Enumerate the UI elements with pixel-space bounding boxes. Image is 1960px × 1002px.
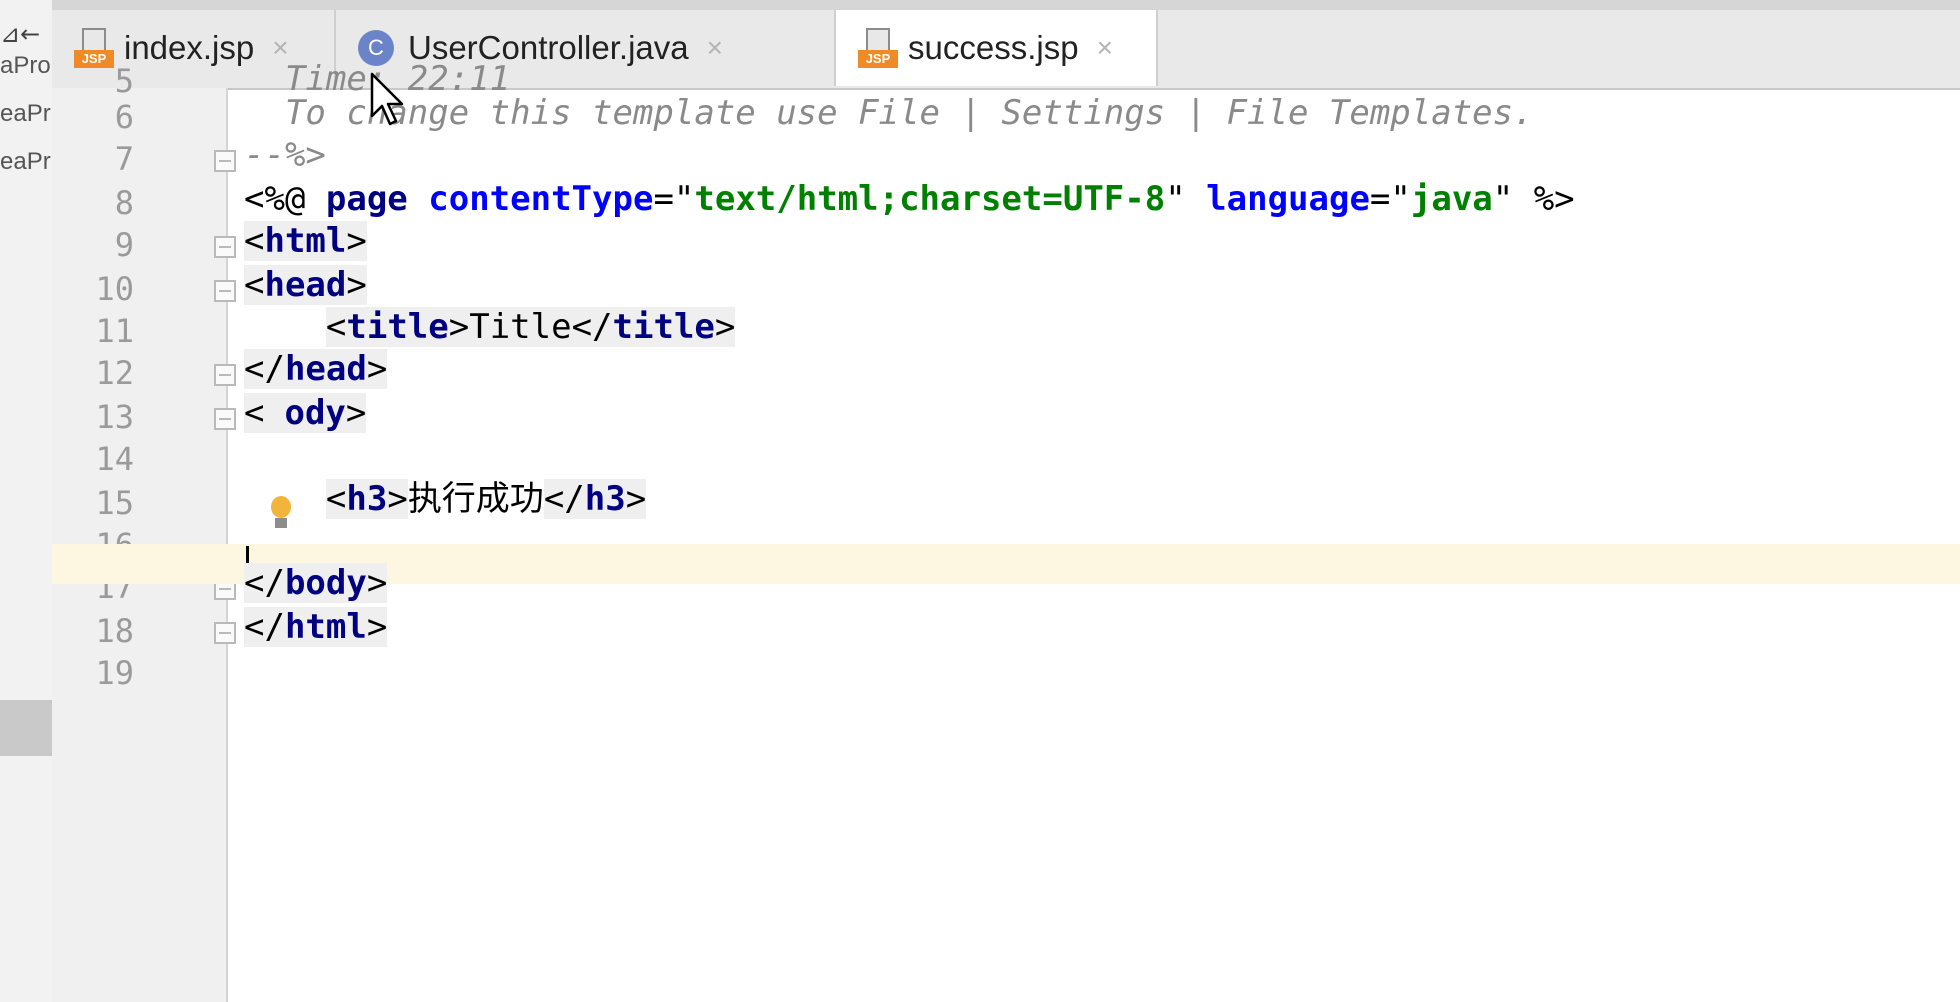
project-panel: ⊿← aPro eaPr eaPr (0, 0, 54, 1002)
code-line-7: --%> (244, 135, 326, 175)
close-icon[interactable]: × (707, 32, 723, 64)
code-line-18: </html> (244, 607, 388, 647)
code-line-15: <h3>执行成功</h3> (325, 479, 647, 519)
code-line-12: </head> (244, 349, 388, 389)
line-number: 6 (114, 98, 134, 136)
code-line-6: To change this template use File | Setti… (244, 93, 1534, 133)
line-number: 5 (114, 62, 134, 100)
line-number: 11 (95, 312, 134, 350)
line-number: 15 (95, 484, 134, 522)
line-number: 13 (95, 398, 134, 436)
project-item[interactable]: eaPr (0, 100, 51, 128)
mouse-pointer-icon (370, 72, 404, 126)
code-line-9: <html> (244, 221, 367, 261)
line-number: 10 (95, 270, 134, 308)
code-line-11: <title>Title</title> (325, 307, 736, 347)
tab-label: index.jsp (124, 29, 255, 66)
collapse-panel-icon[interactable]: ⊿← (0, 20, 40, 48)
code-editor[interactable]: Time: 22:11 To change this template use … (52, 59, 1960, 1002)
project-selection-highlight (0, 700, 52, 756)
line-number: 18 (95, 612, 134, 650)
jsp-file-icon: JSP (858, 28, 898, 68)
project-item[interactable]: eaPr (0, 148, 51, 176)
tab-success-jsp[interactable]: JSP success.jsp × (836, 10, 1158, 86)
tab-label: success.jsp (908, 29, 1079, 66)
close-icon[interactable]: × (1097, 32, 1113, 64)
line-number: 9 (114, 226, 134, 264)
line-number: 7 (114, 140, 134, 178)
tab-bar-top-border (52, 0, 1960, 10)
project-item[interactable]: aPro (0, 52, 51, 80)
line-number: 8 (114, 184, 134, 222)
code-line-17: </body> (244, 563, 388, 603)
line-number: 12 (95, 354, 134, 392)
line-number: 19 (95, 654, 134, 692)
code-line-13: < ody> (244, 393, 367, 433)
code-line-8: <%@ page contentType="text/html;charset=… (244, 179, 1575, 219)
line-number: 14 (95, 440, 134, 478)
code-line-10: <head> (244, 265, 367, 305)
